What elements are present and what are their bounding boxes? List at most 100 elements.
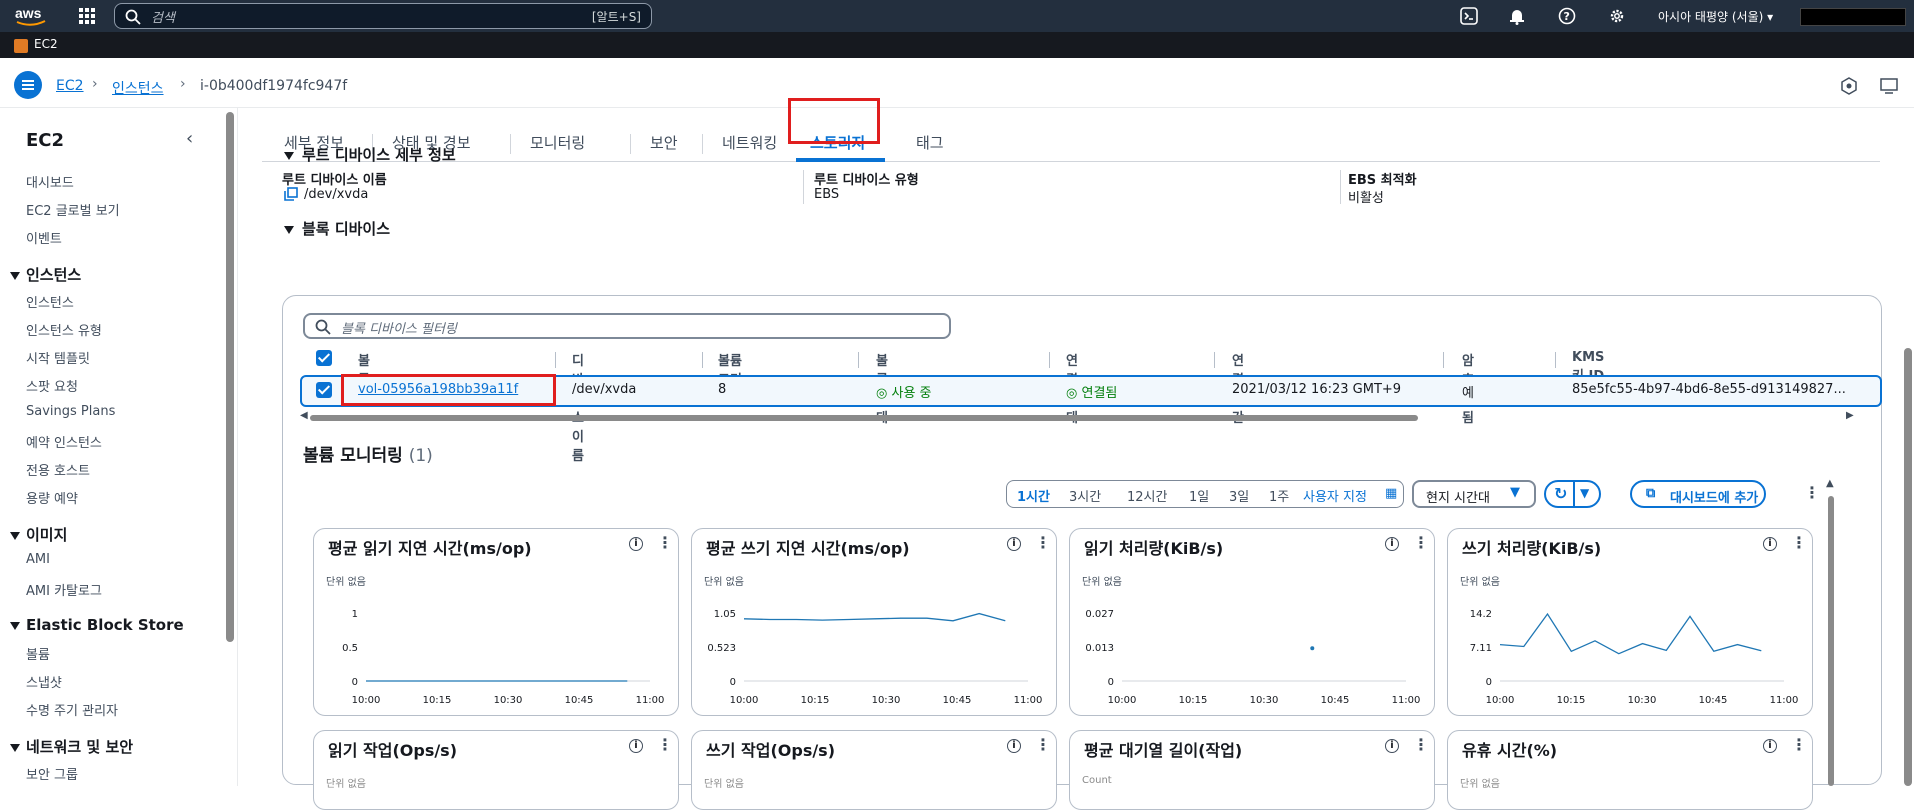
x-tick-label: 10:30 [1628,695,1657,706]
sidebar-item-snapshots[interactable]: 스냅샷 [26,672,62,691]
sidebar-item-dedicated-hosts[interactable]: 전용 호스트 [26,460,90,479]
info-icon[interactable]: i [629,537,643,551]
metric-card: 평균 읽기 지연 시간(ms/op) i ⋮ 단위 없음 1 0.5 0 10:00 10:15… [313,528,679,716]
range-custom[interactable]: 사용자 지정 [1303,486,1367,505]
info-icon[interactable]: i [1763,739,1777,753]
sidebar-item-events[interactable]: 이벤트 [26,228,62,247]
sidebar-item-ami[interactable]: AMI [26,552,50,567]
sidebar-item-reserved-instances[interactable]: 예약 인스턴스 [26,432,102,451]
attach-state-text: 연결됨 [1081,386,1118,401]
refresh-icon[interactable]: ↻ [1554,484,1567,503]
more-options-icon[interactable]: ⋮ [1413,533,1429,552]
sidebar-item-volumes[interactable]: 볼륨 [26,644,50,663]
sidebar-item-global-view[interactable]: EC2 글로벌 보기 [26,200,120,219]
more-options-icon[interactable]: ⋮ [1791,533,1807,552]
info-icon[interactable]: i [629,739,643,753]
range-1d[interactable]: 1일 [1189,486,1209,505]
sidebar-item-security-groups[interactable]: 보안 그룹 [26,764,78,783]
metric-card: 평균 쓰기 지연 시간(ms/op) i ⋮ 단위 없음 1.05 0.523 0 10:00… [691,528,1057,716]
range-1w[interactable]: 1주 [1269,486,1289,505]
side-menu-button[interactable] [14,71,42,99]
calendar-icon[interactable]: ▦ [1385,486,1397,501]
y-tick-label: 1 [352,609,358,620]
scroll-up-icon[interactable]: ▲ [1826,478,1834,489]
service-label[interactable]: EC2 [34,37,58,51]
scroll-right-icon[interactable]: ▶ [1846,410,1854,421]
info-icon[interactable]: i [1385,537,1399,551]
more-options-icon[interactable]: ⋮ [657,533,673,552]
gear-icon[interactable] [1608,7,1626,25]
column-header[interactable]: 디바이스 이름 [572,350,584,464]
sidebar-section-instances[interactable]: 인스턴스 [10,264,81,285]
breadcrumb-ec2[interactable]: EC2 [56,78,84,94]
sidebar-item-spot-requests[interactable]: 스팟 요청 [26,376,78,395]
metric-chart: 1 0.5 0 10:00 10:15 10:30 10:45 11:00 [342,609,664,706]
region-selector[interactable]: 아시아 태평양 (서울) ▾ [1658,8,1773,25]
block-device-filter-input[interactable]: 블록 디바이스 필터링 [303,313,951,339]
bell-icon[interactable] [1508,7,1526,25]
table-horizontal-scrollbar[interactable] [310,415,1418,421]
sidebar-section-images[interactable]: 이미지 [10,524,67,545]
sidebar-section-label: 네트워크 및 보안 [26,738,134,756]
more-options-icon[interactable]: ⋮ [1035,735,1051,754]
range-3h[interactable]: 3시간 [1069,486,1101,505]
x-tick-label: 10:45 [943,695,972,706]
info-icon[interactable]: i [1385,739,1399,753]
services-grid-icon[interactable] [78,7,96,25]
help-icon[interactable]: ? [1558,7,1576,25]
select-all-checkbox[interactable] [316,350,332,366]
more-options-icon[interactable]: ⋮ [1413,735,1429,754]
aws-logo[interactable]: aws [14,4,48,28]
scroll-left-icon[interactable]: ◀ [300,410,308,421]
range-3d[interactable]: 3일 [1229,486,1249,505]
sidebar-item-capacity-reservations[interactable]: 용량 예약 [26,488,78,507]
sidebar-item-instances[interactable]: 인스턴스 [26,292,74,311]
info-icon[interactable]: i [1007,537,1021,551]
sidebar-item-instance-types[interactable]: 인스턴스 유형 [26,320,102,339]
sidebar-item-ami-catalog[interactable]: AMI 카탈로그 [26,580,102,599]
external-link-icon: ⧉ [1646,486,1656,501]
notifications-panel-icon[interactable] [1880,77,1898,95]
ec2-service-icon[interactable] [14,39,28,53]
more-options-icon[interactable]: ⋮ [1804,483,1820,502]
y-tick-label: 0.5 [342,643,358,654]
caret-down-icon[interactable]: ▼ [1580,486,1589,500]
global-search-input[interactable]: 검색 [알트+S] [114,3,652,29]
x-tick-label: 10:45 [565,695,594,706]
x-tick-label: 11:00 [1014,695,1043,706]
feedback-icon[interactable] [1840,77,1858,95]
sidebar-item-dashboard[interactable]: 대시보드 [26,172,74,191]
sidebar-item-lifecycle-manager[interactable]: 수명 주기 관리자 [26,700,118,719]
search-placeholder: 검색 [151,10,175,26]
range-1h[interactable]: 1시간 [1017,486,1050,505]
cloudshell-icon[interactable] [1460,7,1478,25]
metric-chart: 14.2 7.11 0 10:00 10:15 10:30 10:45 11:00 [1470,609,1799,706]
sidebar-section-network-security[interactable]: 네트워크 및 보안 [10,736,133,757]
breadcrumb-instance-id: i-0b400df1974fc947f [200,78,348,94]
more-options-icon[interactable]: ⋮ [657,735,673,754]
monitoring-scrollbar[interactable] [1828,496,1834,786]
more-options-icon[interactable]: ⋮ [1035,533,1051,552]
sidebar-section-ebs[interactable]: Elastic Block Store [10,616,184,634]
attach-state-cell: ◎ 연결됨 [1066,382,1117,401]
sidebar-scrollbar[interactable] [226,112,234,642]
sidebar-item-savings-plans[interactable]: Savings Plans [26,404,115,419]
chevron-left-icon[interactable]: ‹ [186,128,193,149]
y-tick-label: 0 [352,677,358,688]
more-options-icon[interactable]: ⋮ [1791,735,1807,754]
add-to-dashboard-button[interactable]: ⧉ 대시보드에 추가 [1630,480,1766,508]
x-tick-label: 10:00 [1108,695,1137,706]
metric-card: 읽기 처리량(KiB/s) i ⋮ 단위 없음 0.027 0.013 0 10:00 10:1… [1069,528,1435,716]
range-12h[interactable]: 12시간 [1127,486,1167,505]
info-icon[interactable]: i [1007,739,1021,753]
account-menu[interactable] [1800,8,1906,26]
row-checkbox[interactable] [316,382,332,398]
sidebar-item-launch-templates[interactable]: 시작 템플릿 [26,348,90,367]
timezone-select[interactable]: 현지 시간대 ▼ [1412,480,1536,508]
x-tick-label: 10:15 [1557,695,1586,706]
page-scrollbar[interactable] [1904,348,1912,786]
breadcrumb-instances[interactable]: 인스턴스 [112,78,164,98]
timezone-label: 현지 시간대 [1426,491,1490,506]
info-icon[interactable]: i [1763,537,1777,551]
caret-down-icon [10,531,20,540]
